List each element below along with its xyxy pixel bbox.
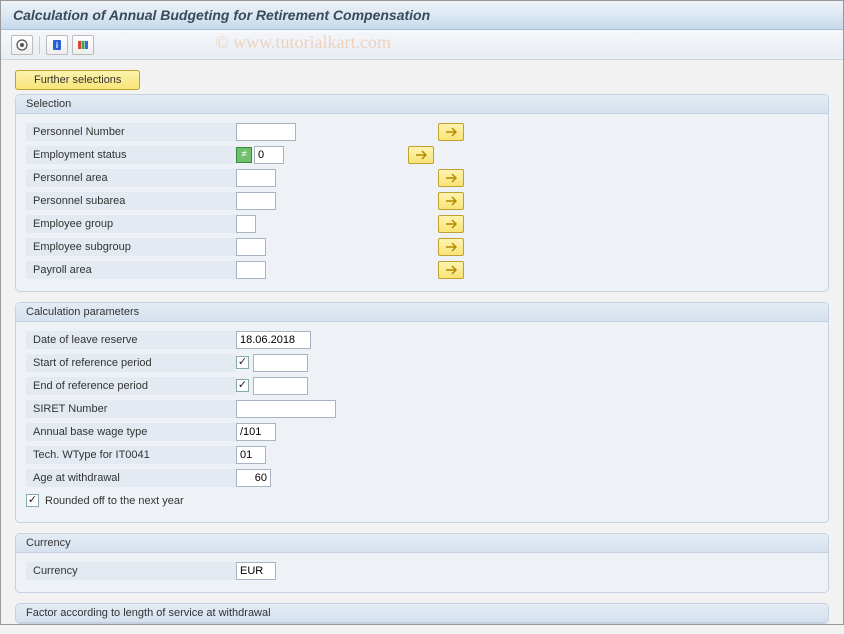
end-ref-period-input[interactable] (253, 377, 308, 395)
personnel-subarea-input[interactable] (236, 192, 276, 210)
personnel-area-input[interactable] (236, 169, 276, 187)
personnel-number-input[interactable] (236, 123, 296, 141)
label-age-withdrawal: Age at withdrawal (26, 469, 236, 487)
age-withdrawal-input[interactable] (236, 469, 271, 487)
execute-button[interactable] (11, 35, 33, 55)
label-personnel-subarea: Personnel subarea (26, 192, 236, 210)
not-equal-icon[interactable]: ≠ (236, 147, 252, 163)
currency-input[interactable] (236, 562, 276, 580)
end-ref-period-checkbox[interactable] (236, 379, 249, 392)
multiple-selection-button[interactable] (438, 261, 464, 279)
label-personnel-number: Personnel Number (26, 123, 236, 141)
multiple-selection-button[interactable] (438, 123, 464, 141)
employee-subgroup-input[interactable] (236, 238, 266, 256)
annual-base-wage-input[interactable] (236, 423, 276, 441)
start-ref-period-input[interactable] (253, 354, 308, 372)
employee-group-input[interactable] (236, 215, 256, 233)
variant-button[interactable] (72, 35, 94, 55)
currency-group: Currency Currency (15, 533, 829, 593)
label-tech-wtype: Tech. WType for IT0041 (26, 446, 236, 464)
calc-params-group: Calculation parameters Date of leave res… (15, 302, 829, 523)
label-personnel-area: Personnel area (26, 169, 236, 187)
label-employee-group: Employee group (26, 215, 236, 233)
toolbar-separator (39, 36, 40, 54)
label-start-ref-period: Start of reference period (26, 354, 236, 372)
rounded-off-checkbox[interactable] (26, 494, 39, 507)
label-employment-status: Employment status (26, 146, 236, 164)
multiple-selection-button[interactable] (438, 192, 464, 210)
label-payroll-area: Payroll area (26, 261, 236, 279)
label-employee-subgroup: Employee subgroup (26, 238, 236, 256)
multiple-selection-button[interactable] (408, 146, 434, 164)
info-button[interactable]: i (46, 35, 68, 55)
employment-status-input[interactable] (254, 146, 284, 164)
multiple-selection-button[interactable] (438, 169, 464, 187)
svg-text:i: i (56, 41, 58, 50)
date-leave-reserve-input[interactable] (236, 331, 311, 349)
group-title-calc-params: Calculation parameters (16, 303, 828, 322)
payroll-area-input[interactable] (236, 261, 266, 279)
label-rounded-off: Rounded off to the next year (43, 495, 184, 507)
siret-number-input[interactable] (236, 400, 336, 418)
group-title-selection: Selection (16, 95, 828, 114)
factor-group: Factor according to length of service at… (15, 603, 829, 624)
label-currency: Currency (26, 562, 236, 580)
toolbar: i (1, 30, 843, 60)
selection-group: Selection Personnel Number Employment st… (15, 94, 829, 292)
further-selections-button[interactable]: Further selections (15, 70, 140, 90)
label-annual-base-wage: Annual base wage type (26, 423, 236, 441)
label-date-leave-reserve: Date of leave reserve (26, 331, 236, 349)
label-end-ref-period: End of reference period (26, 377, 236, 395)
label-siret-number: SIRET Number (26, 400, 236, 418)
group-title-currency: Currency (16, 534, 828, 553)
multiple-selection-button[interactable] (438, 215, 464, 233)
page-title: Calculation of Annual Budgeting for Reti… (1, 1, 843, 30)
group-title-factor: Factor according to length of service at… (16, 604, 828, 623)
multiple-selection-button[interactable] (438, 238, 464, 256)
tech-wtype-input[interactable] (236, 446, 266, 464)
start-ref-period-checkbox[interactable] (236, 356, 249, 369)
